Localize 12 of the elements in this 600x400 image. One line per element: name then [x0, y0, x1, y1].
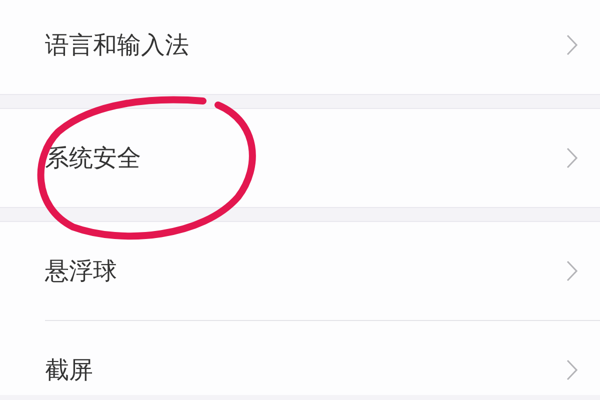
settings-item-label: 系统安全 [45, 143, 142, 174]
settings-item[interactable]: 语言和输入法 [0, 0, 600, 94]
settings-item[interactable]: 截屏 [0, 321, 600, 395]
settings-item[interactable]: 悬浮球 [0, 222, 600, 320]
chevron-icon [566, 359, 578, 381]
chevron-icon [566, 260, 578, 282]
chevron-icon [566, 147, 578, 169]
settings-item-label: 悬浮球 [45, 256, 118, 287]
settings-item-label: 截屏 [45, 355, 94, 386]
settings-item-label: 语言和输入法 [45, 30, 190, 61]
chevron-icon [566, 34, 578, 56]
settings-item[interactable]: 系统安全 [0, 109, 600, 207]
